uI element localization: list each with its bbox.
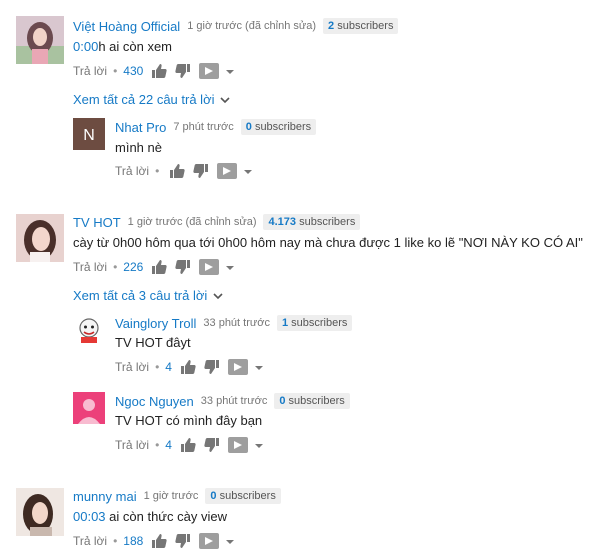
subscriber-count: 0 — [210, 490, 217, 502]
reply-text: mình nè — [115, 140, 162, 155]
chevron-down-icon[interactable] — [225, 534, 235, 548]
subscriber-badge: 0 subscribers — [205, 488, 281, 504]
like-count: 430 — [123, 64, 144, 78]
view-all-label: Xem tất cả 3 câu trả lời — [73, 288, 208, 303]
creator-heart-icon[interactable] — [227, 359, 248, 375]
like-count: 226 — [123, 260, 144, 274]
separator-dot: • — [113, 64, 118, 78]
reply-button[interactable]: Trả lời — [73, 534, 107, 548]
subscriber-count: 1 — [281, 317, 289, 329]
separator-dot: • — [113, 260, 118, 274]
chevron-down-icon — [213, 292, 223, 299]
chevron-down-icon[interactable] — [254, 438, 264, 452]
timestamp-link[interactable]: 00:03 — [73, 509, 106, 524]
comment-author[interactable]: TV HOT — [73, 215, 121, 230]
view-all-replies-button[interactable]: Xem tất cả 3 câu trả lời — [73, 288, 224, 303]
creator-heart-icon[interactable] — [217, 163, 238, 179]
avatar[interactable]: N — [73, 118, 105, 150]
subscriber-label: subscribers — [337, 20, 394, 32]
subscriber-count: 0 — [279, 395, 286, 407]
reply-button[interactable]: Trả lời — [115, 164, 149, 178]
thumbs-down-icon[interactable] — [204, 359, 220, 375]
subscriber-count: 0 — [245, 121, 252, 133]
chevron-down-icon[interactable] — [225, 64, 235, 78]
comment-time[interactable]: 1 giờ trước (đã chỉnh sửa) — [128, 216, 257, 228]
like-count: 4 — [165, 438, 172, 452]
subscriber-label: subscribers — [299, 216, 356, 228]
thumbs-down-icon[interactable] — [193, 163, 209, 179]
subscriber-label: subscribers — [219, 490, 276, 502]
subscriber-badge: 1 subscribers — [276, 315, 353, 331]
thumbs-down-icon[interactable] — [175, 533, 191, 549]
separator-dot: • — [155, 438, 160, 452]
separator-dot: • — [155, 164, 160, 178]
subscriber-count: 4.173 — [268, 216, 297, 228]
thumbs-up-icon[interactable] — [151, 259, 167, 275]
reply-text: TV HOT đâyt — [115, 335, 191, 350]
thumbs-down-icon[interactable] — [175, 63, 191, 79]
separator-dot: • — [113, 534, 118, 548]
view-all-label: Xem tất cả 22 câu trả lời — [73, 92, 215, 107]
creator-heart-icon[interactable] — [199, 533, 220, 549]
like-count: 188 — [123, 534, 144, 548]
chevron-down-icon — [220, 96, 231, 103]
comment-author[interactable]: Việt Hoàng Official — [73, 19, 180, 34]
timestamp-link[interactable]: 0:00 — [73, 39, 98, 54]
reply-button[interactable]: Trả lời — [115, 360, 149, 374]
separator-dot: • — [155, 360, 160, 374]
comment-author[interactable]: munny mai — [73, 489, 137, 504]
reply-author[interactable]: Vainglory Troll — [115, 316, 196, 331]
reply-button[interactable]: Trả lời — [73, 260, 107, 274]
avatar[interactable] — [16, 214, 64, 262]
reply-author[interactable]: Ngoc Nguyen — [115, 394, 194, 409]
creator-heart-icon[interactable] — [227, 437, 248, 453]
svg-text:N: N — [83, 127, 95, 144]
chevron-down-icon[interactable] — [243, 164, 253, 178]
thumbs-down-icon[interactable] — [175, 259, 191, 275]
subscriber-badge: 0 subscribers — [274, 393, 350, 409]
reply-author[interactable]: Nhat Pro — [115, 120, 166, 135]
comment-body: h ai còn xem — [98, 39, 173, 54]
thumbs-up-icon[interactable] — [169, 163, 185, 179]
comment-text: 00:03 ai còn thức cày view — [73, 509, 227, 524]
reply-button[interactable]: Trả lời — [73, 64, 107, 78]
subscriber-label: subscribers — [254, 121, 312, 133]
comment-time[interactable]: 1 giờ trước — [144, 490, 199, 502]
reply-time[interactable]: 33 phút trước — [201, 395, 268, 407]
like-count: 4 — [165, 360, 172, 374]
reply-time[interactable]: 7 phút trước — [173, 121, 233, 133]
creator-heart-icon[interactable] — [199, 259, 220, 275]
thumbs-up-icon[interactable] — [180, 359, 196, 375]
thumbs-up-icon[interactable] — [151, 533, 167, 549]
avatar[interactable] — [73, 392, 105, 424]
comment-time[interactable]: 1 giờ trước (đã chỉnh sửa) — [187, 20, 316, 32]
avatar[interactable] — [16, 16, 64, 64]
view-all-replies-button[interactable]: Xem tất cả 22 câu trả lời — [73, 92, 231, 107]
subscriber-label: subscribers — [291, 317, 348, 329]
reply-text: TV HOT có mình đây bạn — [115, 413, 263, 428]
subscriber-label: subscribers — [288, 395, 345, 407]
reply-time[interactable]: 33 phút trước — [203, 317, 270, 329]
reply-button[interactable]: Trả lời — [115, 438, 149, 452]
creator-heart-icon[interactable] — [199, 63, 220, 79]
avatar[interactable] — [73, 314, 105, 346]
comment-text: 0:00h ai còn xem — [73, 39, 172, 54]
subscriber-count: 2 — [328, 20, 335, 32]
comment-body: ai còn thức cày view — [105, 509, 227, 524]
subscriber-badge: 0 subscribers — [240, 119, 317, 135]
chevron-down-icon[interactable] — [225, 260, 235, 274]
subscriber-badge: 2 subscribers — [323, 18, 399, 34]
thumbs-down-icon[interactable] — [204, 437, 220, 453]
avatar[interactable] — [16, 488, 64, 536]
thumbs-up-icon[interactable] — [180, 437, 196, 453]
chevron-down-icon[interactable] — [254, 360, 264, 374]
subscriber-badge: 4.173 subscribers — [263, 214, 361, 230]
comment-text: cày từ 0h00 hôm qua tới 0h00 hôm nay mà … — [73, 235, 583, 250]
thumbs-up-icon[interactable] — [151, 63, 167, 79]
